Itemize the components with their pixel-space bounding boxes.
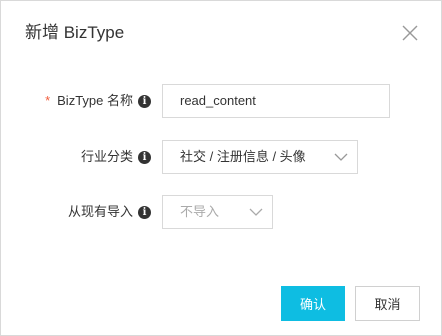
industry-label: 行业分类 i: [81, 140, 151, 174]
industry-select-value: 社交 / 注册信息 / 头像: [180, 149, 306, 164]
info-icon[interactable]: i: [138, 150, 151, 164]
import-row: 从现有导入 i 不导入: [1, 195, 442, 229]
chevron-down-icon: [334, 153, 348, 161]
chevron-down-icon: [249, 208, 263, 216]
import-label-text: 从现有导入: [67, 204, 133, 219]
confirm-button[interactable]: 确认: [281, 286, 345, 321]
biztype-name-label: * BizType 名称 i: [45, 84, 151, 118]
import-label: 从现有导入 i: [68, 195, 151, 229]
biztype-name-row: * BizType 名称 i read_content: [1, 84, 442, 118]
info-icon[interactable]: i: [138, 94, 151, 108]
import-select[interactable]: 不导入: [162, 195, 273, 229]
import-select-value: 不导入: [180, 204, 220, 219]
cancel-button[interactable]: 取消: [355, 286, 420, 321]
required-mark: *: [45, 93, 51, 108]
industry-row: 行业分类 i 社交 / 注册信息 / 头像: [1, 140, 442, 174]
industry-select[interactable]: 社交 / 注册信息 / 头像: [162, 140, 358, 174]
industry-label-text: 行业分类: [80, 149, 133, 164]
dialog-title: 新增 BizType: [25, 23, 125, 42]
add-biztype-dialog: 新增 BizType * BizType 名称 i read_content 行…: [0, 0, 442, 336]
close-icon[interactable]: [400, 23, 420, 43]
info-icon[interactable]: i: [138, 205, 151, 219]
biztype-name-input[interactable]: read_content: [162, 84, 390, 118]
biztype-name-label-text: BizType 名称: [57, 93, 133, 108]
